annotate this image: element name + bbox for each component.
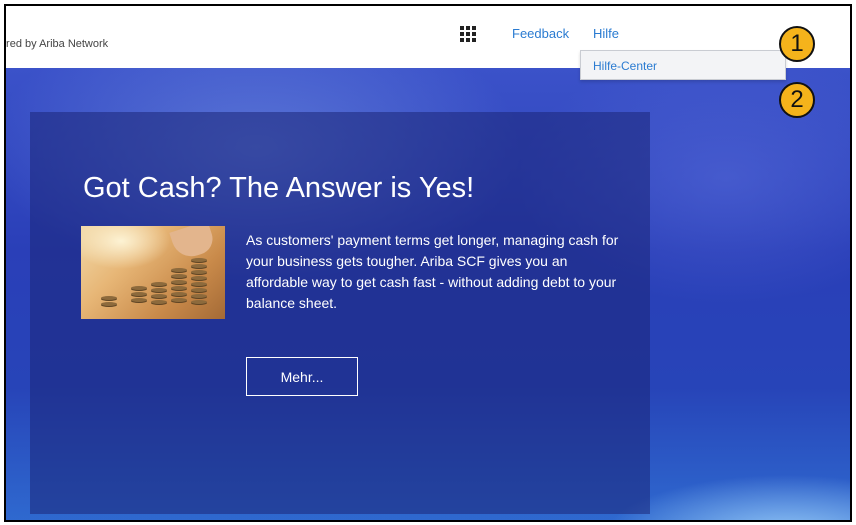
grid-dot <box>466 32 470 36</box>
coin <box>191 276 207 280</box>
coin <box>171 280 187 284</box>
grid-dot <box>472 32 476 36</box>
coin <box>171 268 187 272</box>
promo-headline: Got Cash? The Answer is Yes! <box>83 172 475 204</box>
coin <box>131 298 147 302</box>
help-dropdown-menu: Hilfe-Center <box>580 50 786 80</box>
coin <box>191 282 207 286</box>
coin <box>151 288 167 292</box>
hero-banner: Got Cash? The Answer is Yes! As customer… <box>6 68 850 520</box>
grid-dot <box>460 32 464 36</box>
coin <box>171 286 187 290</box>
coin <box>151 294 167 298</box>
annotation-marker-1: 1 <box>779 26 815 62</box>
help-center-menu-item[interactable]: Hilfe-Center <box>593 59 657 73</box>
coin <box>171 292 187 296</box>
grid-dot <box>460 38 464 42</box>
grid-dot <box>466 38 470 42</box>
coin <box>151 300 167 304</box>
coin <box>191 264 207 268</box>
help-menu-link[interactable]: Hilfe <box>593 26 619 41</box>
apps-grid-icon[interactable] <box>460 26 476 42</box>
coin <box>191 294 207 298</box>
coin <box>171 274 187 278</box>
promo-card: Got Cash? The Answer is Yes! As customer… <box>30 112 650 514</box>
coin <box>171 298 187 302</box>
grid-dot <box>466 26 470 30</box>
grid-dot <box>460 26 464 30</box>
coin <box>101 302 117 306</box>
screenshot-frame: wered by Ariba Network Feedback Hilfe Hi… <box>4 4 852 522</box>
coin <box>101 296 117 300</box>
coin <box>191 288 207 292</box>
coin <box>151 282 167 286</box>
coin-stack-image <box>81 226 225 319</box>
powered-by-text: wered by Ariba Network <box>6 38 109 50</box>
grid-dot <box>472 26 476 30</box>
promo-description: As customers' payment terms get longer, … <box>246 232 619 311</box>
grid-dot <box>472 38 476 42</box>
more-button[interactable]: Mehr... <box>246 357 358 396</box>
coin <box>131 286 147 290</box>
coin <box>191 300 207 304</box>
annotation-marker-2: 2 <box>779 82 815 118</box>
coin <box>191 270 207 274</box>
coin <box>131 292 147 296</box>
coin <box>191 258 207 262</box>
feedback-link[interactable]: Feedback <box>512 26 569 41</box>
